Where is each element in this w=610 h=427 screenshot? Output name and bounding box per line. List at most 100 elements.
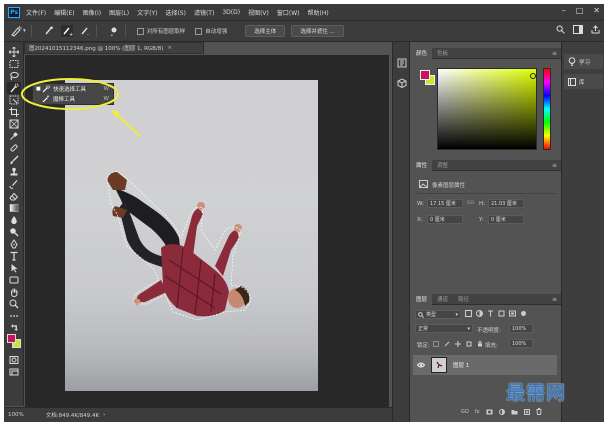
- blend-mode-select[interactable]: 正常 ▾: [415, 324, 473, 333]
- gradient-tool-icon[interactable]: [7, 202, 21, 214]
- right-panels: 颜色 色板 ≡ 属性 调整 ≡ 像素图层属性 W: 17.15 厘米 GO H:…: [411, 42, 561, 422]
- height-field[interactable]: 21.03 厘米: [488, 199, 524, 208]
- more-tools-icon[interactable]: [7, 310, 21, 322]
- new-layer-icon[interactable]: [523, 408, 530, 415]
- panel-menu-icon[interactable]: ≡: [552, 50, 557, 57]
- panel-menu-icon[interactable]: ≡: [552, 296, 557, 303]
- history-icon[interactable]: [397, 58, 407, 68]
- opacity-field[interactable]: 100%: [509, 324, 533, 333]
- brush-tool-icon[interactable]: [7, 154, 21, 166]
- collapsed-panels-strip: [392, 42, 410, 422]
- lightbulb-icon: [568, 57, 576, 66]
- close-window-button[interactable]: ✕: [593, 6, 600, 15]
- visibility-eye-icon[interactable]: [417, 362, 425, 368]
- lock-move-icon[interactable]: [455, 341, 461, 347]
- library-panel-button[interactable]: 库: [564, 74, 603, 89]
- clone-stamp-icon[interactable]: [7, 166, 21, 178]
- hue-slider[interactable]: [543, 68, 551, 150]
- layer-thumbnail: [431, 357, 447, 373]
- blur-tool-icon[interactable]: [7, 214, 21, 226]
- layer-name[interactable]: 图层 1: [453, 361, 469, 369]
- tab-color[interactable]: 颜色: [411, 47, 433, 59]
- filter-pixel-icon[interactable]: [465, 310, 472, 317]
- foreground-color-swatch[interactable]: [7, 334, 16, 343]
- auto-enhance-label: 自动增强: [205, 29, 228, 35]
- menu-window[interactable]: 窗口(W): [277, 8, 300, 17]
- dodge-tool-icon[interactable]: [7, 226, 21, 238]
- lock-all-icon[interactable]: [477, 341, 483, 347]
- auto-enhance-checkbox[interactable]: [195, 27, 203, 35]
- eraser-tool-icon[interactable]: [7, 190, 21, 202]
- status-menu-arrow[interactable]: ›: [103, 412, 105, 418]
- lock-paint-icon[interactable]: [444, 341, 450, 347]
- fill-field[interactable]: 100%: [509, 339, 533, 348]
- x-label: X:: [417, 217, 423, 223]
- layer-row[interactable]: 图层 1: [413, 355, 557, 375]
- tab-channels[interactable]: 通道: [432, 294, 453, 305]
- swap-colors-icon[interactable]: [7, 322, 21, 334]
- properties-divider: [415, 193, 557, 194]
- layer-filter-select[interactable]: 类型 ▾: [415, 310, 461, 319]
- minimize-button[interactable]: –: [562, 6, 566, 15]
- tab-adjustments[interactable]: 调整: [432, 160, 453, 171]
- menu-3d[interactable]: 3D(D): [222, 9, 240, 16]
- layer-filter-label: 类型: [426, 312, 437, 318]
- search-icon: [418, 311, 424, 318]
- properties-panel-header: 属性 调整 ≡: [411, 159, 561, 171]
- path-selection-icon[interactable]: [7, 262, 21, 274]
- width-field[interactable]: 17.15 厘米: [427, 199, 463, 208]
- zoom-tool-icon[interactable]: [7, 298, 21, 310]
- menu-help[interactable]: 帮助(H): [308, 8, 329, 17]
- menu-select[interactable]: 选择(S): [165, 8, 186, 17]
- color-picker-field[interactable]: [437, 68, 537, 150]
- menu-view[interactable]: 视图(V): [248, 8, 269, 17]
- workspace-icon[interactable]: [573, 25, 583, 34]
- highlight-annotation: [21, 78, 141, 137]
- rectangle-tool-icon[interactable]: [7, 274, 21, 286]
- link-layers-icon[interactable]: GO: [461, 409, 469, 415]
- menu-filter[interactable]: 滤镜(T): [194, 8, 214, 17]
- tab-layers[interactable]: 图层: [411, 293, 433, 305]
- fg-color-chip[interactable]: [420, 70, 430, 80]
- select-and-mask-button[interactable]: 选择并遮住 ...: [291, 25, 344, 37]
- learn-panel-button[interactable]: 学习: [564, 54, 603, 69]
- height-label: H:: [479, 201, 485, 207]
- x-position-field[interactable]: 0 厘米: [427, 215, 463, 224]
- lock-transparent-icon[interactable]: [433, 341, 439, 347]
- tab-properties[interactable]: 属性: [411, 159, 433, 171]
- delete-layer-icon[interactable]: [536, 408, 542, 415]
- add-layer-style-icon[interactable]: fx: [475, 409, 480, 415]
- hand-tool-icon[interactable]: [7, 286, 21, 298]
- lock-artboard-icon[interactable]: [466, 341, 472, 347]
- layer-filter-icons: [465, 310, 527, 317]
- screen-mode-icon[interactable]: [7, 366, 21, 378]
- maximize-button[interactable]: □: [576, 6, 584, 15]
- filter-toggle-icon[interactable]: [520, 310, 527, 317]
- status-bar: 100% 文档:849.4K/849.4K ›: [4, 407, 392, 422]
- y-position-field[interactable]: 0 厘米: [488, 215, 524, 224]
- quick-mask-icon[interactable]: [7, 354, 21, 366]
- opacity-label: 不透明度:: [477, 328, 501, 334]
- tab-swatches[interactable]: 色板: [432, 48, 453, 59]
- zoom-level[interactable]: 100%: [8, 412, 24, 418]
- filter-shape-icon[interactable]: [498, 310, 505, 317]
- filter-type-icon[interactable]: [487, 310, 494, 317]
- filter-adjustment-icon[interactable]: [476, 310, 483, 317]
- y-label: Y:: [479, 217, 484, 223]
- new-group-icon[interactable]: [511, 409, 518, 415]
- tab-paths[interactable]: 路径: [453, 294, 474, 305]
- pen-tool-icon[interactable]: [7, 238, 21, 250]
- history-brush-icon[interactable]: [7, 178, 21, 190]
- new-adjustment-layer-icon[interactable]: [498, 408, 505, 415]
- select-subject-button[interactable]: 选择主体: [245, 25, 286, 37]
- search-icon[interactable]: [556, 25, 565, 34]
- 3d-cube-icon[interactable]: [397, 78, 407, 88]
- link-dimensions-icon[interactable]: GO: [467, 201, 474, 206]
- add-mask-icon[interactable]: [486, 409, 493, 415]
- close-document-icon[interactable]: ×: [167, 45, 172, 51]
- filter-smart-object-icon[interactable]: [509, 310, 516, 317]
- panel-menu-icon[interactable]: ≡: [552, 162, 557, 169]
- type-tool-icon[interactable]: [7, 250, 21, 262]
- lock-label: 锁定:: [417, 343, 430, 349]
- share-icon[interactable]: [591, 25, 600, 34]
